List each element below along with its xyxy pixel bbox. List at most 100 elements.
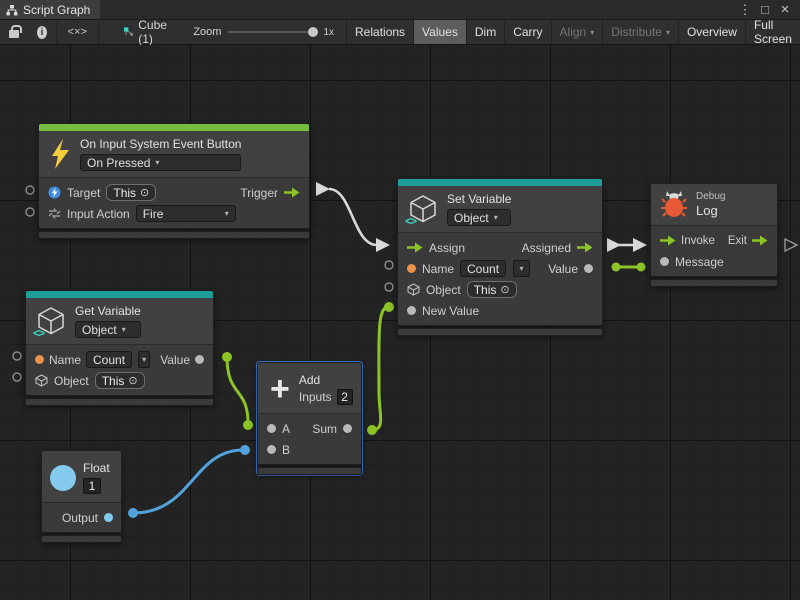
dim-button[interactable]: Dim — [466, 20, 504, 44]
full-screen-button[interactable]: Full Screen — [745, 20, 800, 44]
menu-icon[interactable]: ⋮ — [736, 2, 754, 18]
node-footer — [257, 467, 362, 475]
node-category: Debug — [696, 191, 725, 202]
port-assigned[interactable] — [577, 242, 593, 253]
port-exit[interactable] — [752, 235, 768, 246]
chevron-down-icon: ▾ — [122, 325, 126, 334]
code-preview-button[interactable]: <×> — [57, 20, 98, 44]
port-invoke[interactable] — [660, 235, 676, 246]
port-trigger[interactable] — [284, 187, 300, 198]
values-button[interactable]: Values — [413, 20, 466, 44]
wire-endpoint — [612, 263, 621, 272]
port-label: Message — [675, 255, 724, 269]
graph-canvas[interactable]: On Input System Event Button On Pressed … — [0, 45, 800, 600]
port-output[interactable] — [104, 513, 113, 522]
wire-endpoint — [243, 420, 253, 430]
chevron-down-icon: ▾ — [155, 158, 159, 167]
port-name[interactable] — [407, 264, 416, 273]
wire-endpoint — [384, 302, 394, 312]
port-label: Value — [548, 262, 578, 276]
variable-kind-dropdown[interactable]: Object ▾ — [75, 321, 141, 338]
node-float[interactable]: Float 1 Output — [41, 450, 122, 543]
node-add[interactable]: + Add Inputs 2 A Sum — [256, 361, 363, 476]
zoom-slider[interactable] — [228, 31, 316, 33]
event-mode-dropdown[interactable]: On Pressed ▾ — [80, 154, 241, 171]
tab-title: Script Graph — [23, 3, 90, 17]
target-self-pill[interactable]: This ⊙ — [106, 184, 156, 201]
port-label: Name — [49, 353, 81, 367]
graph-target[interactable]: Cube (1) — [99, 20, 184, 44]
wire-endpoint — [240, 445, 250, 455]
flow-wire-start-arrow — [316, 182, 330, 196]
port-a[interactable] — [267, 424, 276, 433]
graph-toolbar: i <×> Cube (1) Zoom 1x Relations Values … — [0, 20, 800, 45]
chevron-down-icon[interactable]: ▾ — [138, 351, 150, 368]
port-label: Trigger — [240, 186, 278, 200]
unconnected-port[interactable] — [13, 352, 21, 360]
unconnected-port[interactable] — [385, 261, 393, 269]
port-label: Target — [67, 186, 100, 200]
object-cube-icon — [35, 374, 48, 387]
align-button[interactable]: Align▾ — [551, 20, 603, 44]
port-label: Assign — [429, 241, 465, 255]
value-wire-get-to-add — [227, 357, 248, 423]
wire-endpoint — [222, 352, 232, 362]
unconnected-port[interactable] — [26, 208, 34, 216]
wire-endpoint — [367, 425, 377, 435]
port-b[interactable] — [267, 445, 276, 454]
float-literal-icon — [50, 465, 76, 491]
lock-button[interactable] — [0, 20, 28, 44]
distribute-button[interactable]: Distribute▾ — [602, 20, 678, 44]
port-message[interactable] — [660, 257, 669, 266]
exit-unconnected-arrow[interactable] — [785, 239, 797, 251]
port-value[interactable] — [584, 264, 593, 273]
unconnected-port[interactable] — [13, 373, 21, 381]
tab-script-graph[interactable]: Script Graph — [0, 0, 100, 19]
flow-wire-end-arrow — [633, 238, 647, 252]
relations-button[interactable]: Relations — [346, 20, 413, 44]
port-value[interactable] — [195, 355, 204, 364]
node-get-variable[interactable]: <> Get Variable Object ▾ Name Count — [25, 290, 214, 406]
port-label: Object — [54, 374, 89, 388]
port-label: Value — [160, 353, 190, 367]
port-new-value[interactable] — [407, 306, 416, 315]
overview-button[interactable]: Overview — [678, 20, 745, 44]
chevron-down-icon[interactable]: ▾ — [513, 260, 530, 277]
node-footer — [41, 535, 122, 543]
variable-name-dropdown[interactable]: Count — [86, 351, 132, 368]
input-action-dropdown[interactable]: Fire ▾ — [136, 205, 236, 222]
node-set-variable[interactable]: <> Set Variable Object ▾ — [397, 178, 603, 336]
port-name[interactable] — [35, 355, 44, 364]
carry-button[interactable]: Carry — [504, 20, 550, 44]
graph-target-label: Cube (1) — [138, 18, 171, 46]
script-graph-window: Script Graph ⋮ □ × i <×> Cube (1) — [0, 0, 800, 600]
variable-name-dropdown[interactable]: Count — [460, 260, 506, 277]
object-self-pill[interactable]: This ⊙ — [467, 281, 517, 298]
object-self-pill[interactable]: This ⊙ — [95, 372, 145, 389]
flow-wire-end-arrow — [376, 238, 390, 252]
info-button[interactable]: i — [28, 20, 56, 44]
port-sum[interactable] — [343, 424, 352, 433]
node-on-input-event[interactable]: On Input System Event Button On Pressed … — [38, 123, 310, 239]
node-footer — [650, 279, 778, 287]
maximize-icon[interactable]: □ — [756, 2, 774, 17]
close-icon[interactable]: × — [776, 1, 794, 18]
unconnected-port[interactable] — [26, 186, 34, 194]
chevron-down-icon: ▾ — [590, 28, 594, 37]
node-debug-log[interactable]: Debug Log Invoke Exit — [650, 183, 778, 287]
variable-kind-dropdown[interactable]: Object ▾ — [447, 209, 511, 226]
unconnected-port[interactable] — [385, 283, 393, 291]
wire-endpoint — [128, 508, 138, 518]
target-icon: ⊙ — [128, 374, 137, 387]
node-footer — [397, 328, 603, 336]
port-assign[interactable] — [407, 242, 423, 253]
float-value-field[interactable]: 1 — [83, 478, 101, 494]
zoom-slider-handle[interactable] — [308, 27, 318, 37]
node-title: On Input System Event Button — [80, 137, 241, 151]
port-label: Object — [426, 283, 461, 297]
object-brackets-icon: <> — [405, 214, 415, 228]
target-icon: ⊙ — [500, 283, 509, 296]
port-label: Assigned — [522, 241, 571, 255]
inputs-count-field[interactable]: 2 — [337, 389, 353, 405]
zoom-label: Zoom — [193, 26, 221, 38]
